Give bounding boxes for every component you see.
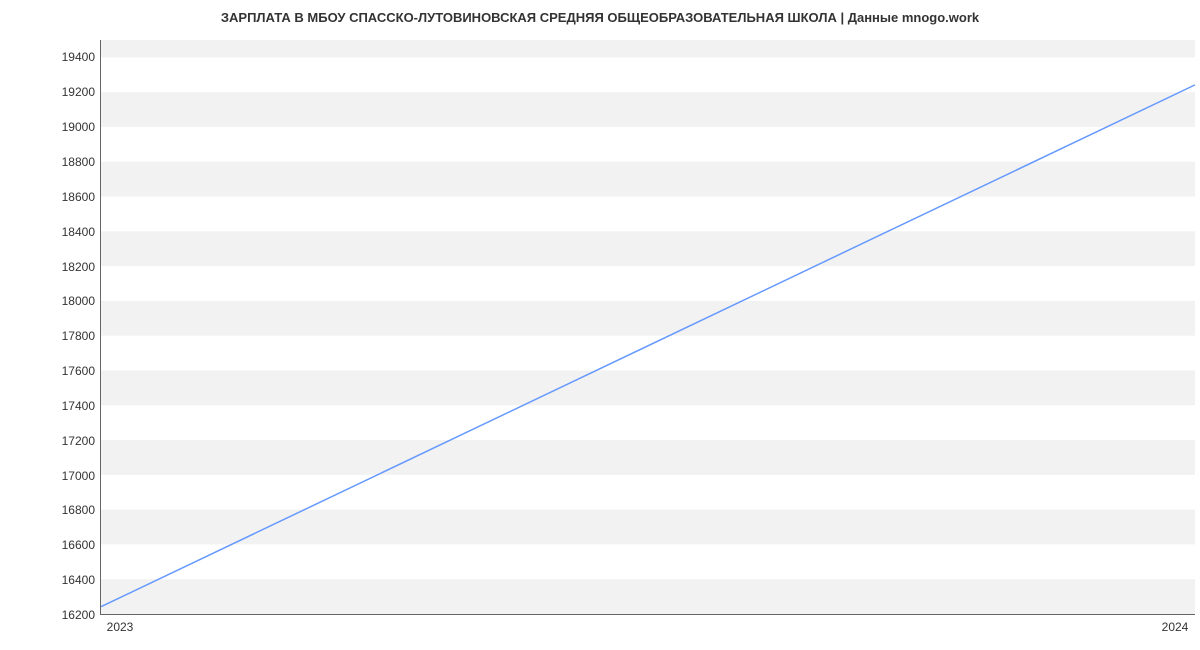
y-tick-label: 16400 (35, 573, 95, 587)
y-tick-label: 18800 (35, 155, 95, 169)
chart-svg (101, 40, 1195, 614)
y-tick-label: 18400 (35, 225, 95, 239)
plot-area (100, 40, 1195, 615)
grid-band (101, 92, 1195, 127)
chart-title: ЗАРПЛАТА В МБОУ СПАССКО-ЛУТОВИНОВСКАЯ СР… (0, 10, 1200, 25)
y-tick-label: 16600 (35, 538, 95, 552)
grid-band (101, 40, 1195, 57)
grid-band (101, 370, 1195, 405)
grid-band (101, 301, 1195, 336)
grid-band (101, 579, 1195, 614)
y-tick-label: 18200 (35, 260, 95, 274)
y-tick-label: 19400 (35, 50, 95, 64)
x-tick-label: 2023 (107, 620, 134, 634)
y-tick-label: 17600 (35, 364, 95, 378)
grid-band (101, 231, 1195, 266)
y-tick-label: 17000 (35, 469, 95, 483)
y-tick-label: 19000 (35, 120, 95, 134)
y-tick-label: 18600 (35, 190, 95, 204)
y-tick-label: 17200 (35, 434, 95, 448)
grid-band (101, 510, 1195, 545)
y-tick-label: 17800 (35, 329, 95, 343)
y-tick-label: 16800 (35, 503, 95, 517)
y-tick-label: 18000 (35, 294, 95, 308)
x-tick-label: 2024 (1162, 620, 1189, 634)
y-tick-label: 17400 (35, 399, 95, 413)
y-tick-label: 16200 (35, 608, 95, 622)
y-tick-label: 19200 (35, 85, 95, 99)
grid-band (101, 162, 1195, 197)
grid-band (101, 440, 1195, 475)
